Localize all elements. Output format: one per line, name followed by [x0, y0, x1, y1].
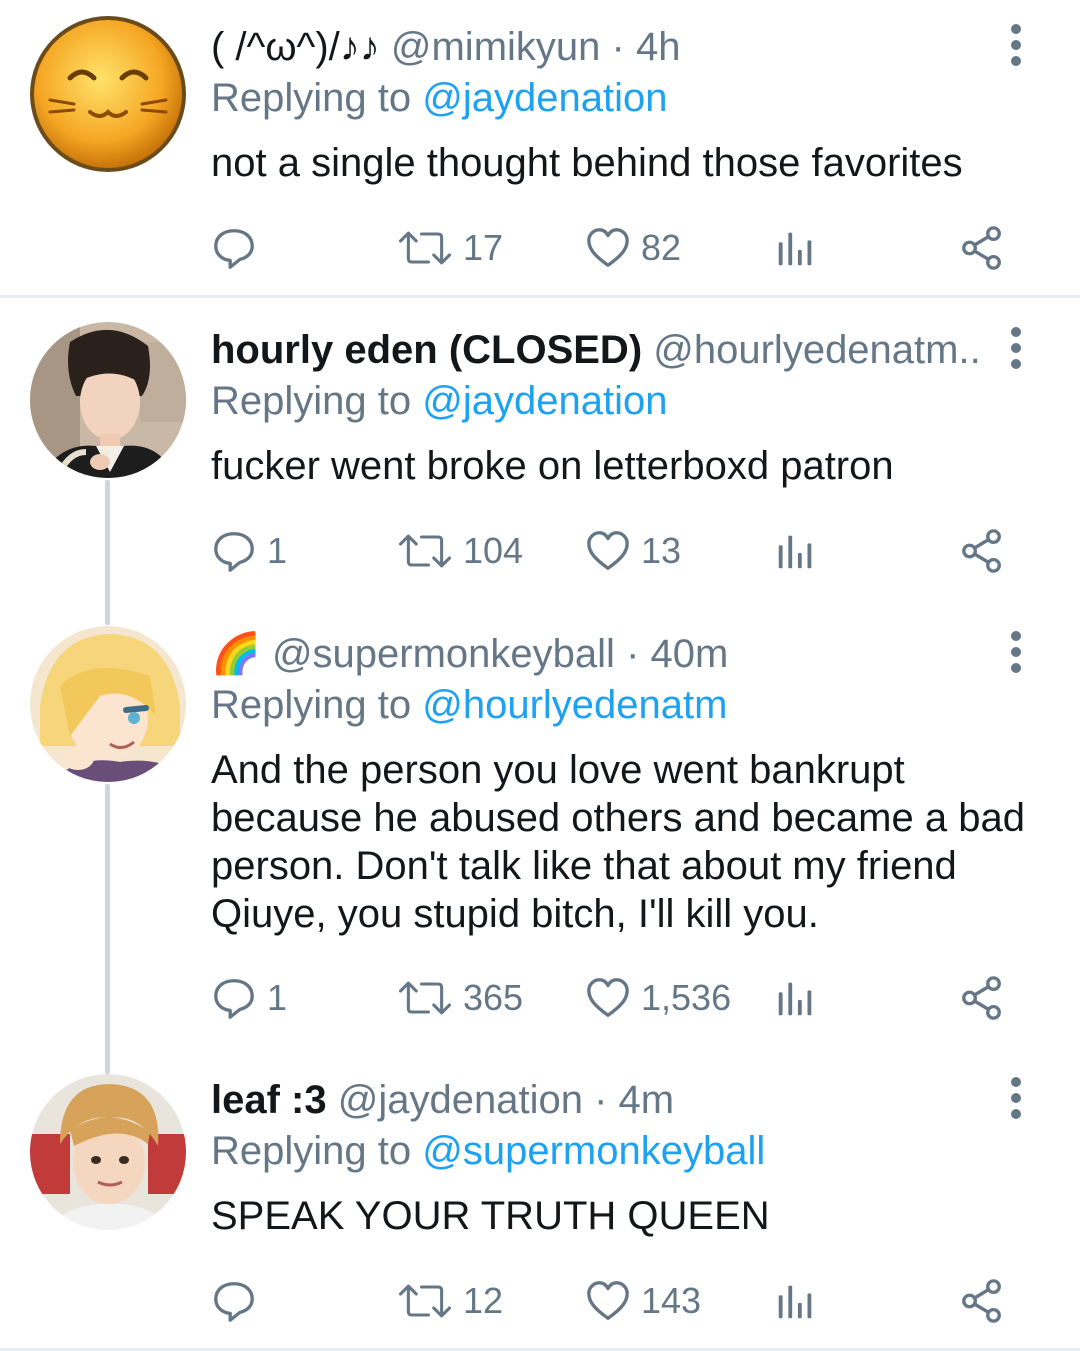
handle[interactable]: @hourlyedenatm...	[653, 328, 980, 372]
tweet[interactable]: leaf :3 @jaydenation · 4m Replying to @s…	[0, 1052, 1080, 1351]
reply-button[interactable]: 1	[211, 968, 287, 1028]
reply-icon	[211, 975, 257, 1021]
timestamp: · 40m	[626, 632, 729, 676]
share-icon	[959, 975, 1005, 1021]
like-icon	[585, 528, 631, 574]
handle[interactable]: @mimikyun	[391, 25, 601, 69]
tweet-text: fucker went broke on letterboxd patron	[211, 444, 894, 488]
share-icon	[959, 225, 1005, 271]
display-name[interactable]: 🌈	[211, 632, 261, 676]
retweet-button[interactable]: 17	[397, 218, 503, 278]
share-icon	[959, 1278, 1005, 1324]
handle[interactable]: @jaydenation	[338, 1078, 583, 1122]
retweet-icon	[397, 977, 453, 1019]
replying-to: Replying to @supermonkeyball	[211, 1125, 765, 1177]
timestamp: · 4h	[611, 25, 681, 69]
retweet-count: 104	[463, 530, 524, 571]
like-count: 1,536	[641, 977, 732, 1018]
more-options-icon[interactable]	[1004, 19, 1028, 71]
tweet-actions: 17 82	[211, 218, 1031, 278]
replying-label: Replying to	[211, 1129, 412, 1173]
like-icon	[585, 1278, 631, 1324]
replying-label: Replying to	[211, 683, 412, 727]
replying-label: Replying to	[211, 76, 412, 120]
reply-count: 1	[267, 977, 288, 1018]
more-options-icon[interactable]	[1004, 1072, 1028, 1124]
like-count: 82	[641, 227, 682, 268]
tweet[interactable]: 🌈 @supermonkeyball · 40m Replying to @ho…	[0, 604, 1080, 1050]
like-button[interactable]: 1,536	[585, 968, 731, 1028]
timestamp: · 4m	[594, 1078, 675, 1122]
replying-to: Replying to @jaydenation	[211, 72, 667, 124]
tweet-header: 🌈 @supermonkeyball · 40m	[211, 628, 980, 680]
reply-button[interactable]: 1	[211, 521, 287, 581]
reply-button[interactable]	[211, 1271, 267, 1331]
like-icon	[585, 225, 631, 271]
like-button[interactable]: 82	[585, 218, 681, 278]
tweet[interactable]: hourly eden (CLOSED) @hourlyedenatm... R…	[0, 300, 1080, 600]
display-name[interactable]: hourly eden (CLOSED)	[211, 328, 642, 372]
tweet-actions: 12 143	[211, 1271, 1031, 1331]
replying-to: Replying to @hourlyedenatm	[211, 679, 727, 731]
retweet-button[interactable]: 12	[397, 1271, 503, 1331]
avatar[interactable]	[30, 322, 186, 478]
reply-count: 1	[267, 530, 288, 571]
replying-label: Replying to	[211, 379, 412, 423]
share-button[interactable]	[959, 521, 1005, 581]
tweet-actions: 1 365 1,536	[211, 968, 1031, 1028]
mention-link[interactable]: @jaydenation	[422, 76, 667, 120]
more-options-icon[interactable]	[1004, 626, 1028, 678]
display-name[interactable]: leaf :3	[211, 1078, 327, 1122]
reply-icon	[211, 528, 257, 574]
like-count: 13	[641, 530, 682, 571]
mention-link[interactable]: @hourlyedenatm	[422, 683, 727, 727]
reply-icon	[211, 1278, 257, 1324]
analytics-icon	[773, 975, 819, 1021]
like-button[interactable]: 143	[585, 1271, 701, 1331]
mention-link[interactable]: @jaydenation	[422, 379, 667, 423]
mention-link[interactable]: @supermonkeyball	[422, 1129, 765, 1173]
replying-to: Replying to @jaydenation	[211, 375, 667, 427]
tweet-text: And the person you love went bankrupt be…	[211, 748, 1025, 936]
retweet-count: 365	[463, 977, 524, 1018]
display-name[interactable]: ( /^ω^)/♪♪	[211, 25, 380, 69]
analytics-icon	[773, 1278, 819, 1324]
tweet[interactable]: ( /^ω^)/♪♪ @mimikyun · 4h Replying to @j…	[0, 0, 1080, 296]
share-button[interactable]	[959, 1271, 1005, 1331]
tweet-header: hourly eden (CLOSED) @hourlyedenatm...	[211, 324, 980, 376]
retweet-count: 12	[463, 1280, 504, 1321]
retweet-icon	[397, 530, 453, 572]
tweet-actions: 1 104 13	[211, 521, 1031, 581]
retweet-icon	[397, 1280, 453, 1322]
share-button[interactable]	[959, 218, 1005, 278]
tweet-header: ( /^ω^)/♪♪ @mimikyun · 4h	[211, 21, 980, 73]
more-options-icon[interactable]	[1004, 322, 1028, 374]
analytics-icon	[773, 528, 819, 574]
analytics-button[interactable]	[773, 218, 819, 278]
tweet-text: not a single thought behind those favori…	[211, 141, 963, 185]
retweet-count: 17	[463, 227, 504, 268]
retweet-button[interactable]: 365	[397, 968, 523, 1028]
like-count: 143	[641, 1280, 702, 1321]
handle[interactable]: @supermonkeyball	[272, 632, 615, 676]
share-icon	[959, 528, 1005, 574]
like-button[interactable]: 13	[585, 521, 681, 581]
analytics-icon	[773, 225, 819, 271]
analytics-button[interactable]	[773, 1271, 819, 1331]
like-icon	[585, 975, 631, 1021]
avatar[interactable]	[30, 16, 186, 172]
avatar[interactable]	[30, 626, 186, 782]
share-button[interactable]	[959, 968, 1005, 1028]
retweet-icon	[397, 227, 453, 269]
avatar[interactable]	[30, 1074, 186, 1230]
reply-button[interactable]	[211, 218, 267, 278]
reply-icon	[211, 225, 257, 271]
retweet-button[interactable]: 104	[397, 521, 523, 581]
tweet-text: SPEAK YOUR TRUTH QUEEN	[211, 1194, 770, 1238]
analytics-button[interactable]	[773, 521, 819, 581]
divider	[0, 295, 1080, 298]
analytics-button[interactable]	[773, 968, 819, 1028]
tweet-header: leaf :3 @jaydenation · 4m	[211, 1074, 980, 1126]
